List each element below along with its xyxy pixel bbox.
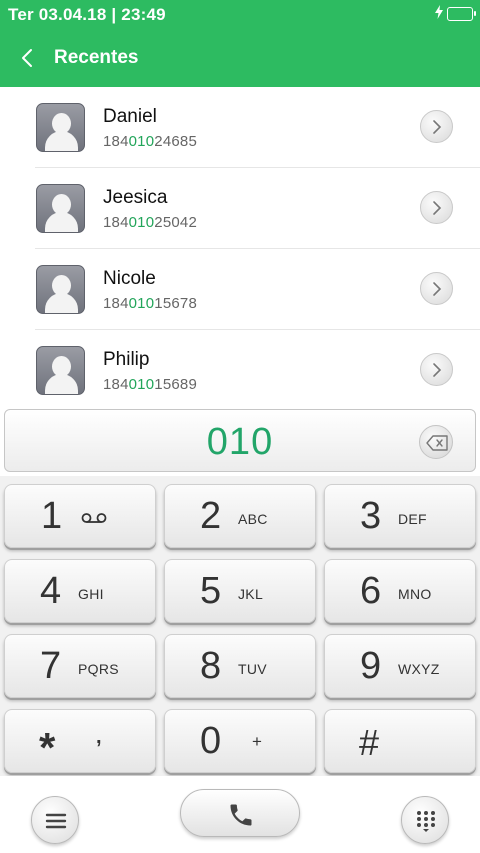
contact-item[interactable]: Jeesica 18401025042	[0, 168, 480, 249]
charging-icon	[435, 5, 443, 22]
contact-details-button[interactable]	[420, 191, 453, 224]
key-hash[interactable]: #	[324, 709, 476, 773]
key-0[interactable]: 0 +	[164, 709, 316, 773]
key-letters: MNO	[398, 586, 432, 602]
contact-number: 18401025042	[103, 214, 197, 231]
key-digit: 9	[360, 645, 382, 687]
key-letters: GHI	[78, 586, 104, 602]
key-digit: 3	[360, 495, 382, 537]
key-digit: 6	[360, 570, 382, 612]
key-digit: 5	[200, 570, 222, 612]
key-6[interactable]: 6 MNO	[324, 559, 476, 623]
dialpad-toggle-button[interactable]	[401, 796, 449, 844]
key-letters: WXYZ	[398, 661, 440, 677]
key-letters: TUV	[238, 661, 267, 677]
avatar-icon	[36, 103, 85, 152]
key-7[interactable]: 7 PQRS	[4, 634, 156, 698]
contact-name: Jeesica	[103, 187, 168, 208]
key-8[interactable]: 8 TUV	[164, 634, 316, 698]
key-letters: +	[252, 732, 263, 751]
contact-number: 18401024685	[103, 133, 197, 150]
key-letters: PQRS	[78, 661, 119, 677]
key-3[interactable]: 3 DEF	[324, 484, 476, 548]
recent-contacts-list: Daniel 18401024685 Jeesica 18401025042 N…	[0, 87, 480, 411]
avatar-icon	[36, 265, 85, 314]
contact-details-button[interactable]	[420, 272, 453, 305]
key-2[interactable]: 2 ABC	[164, 484, 316, 548]
backspace-icon[interactable]	[419, 425, 453, 459]
contact-details-button[interactable]	[420, 110, 453, 143]
contact-item[interactable]: Nicole 18401015678	[0, 249, 480, 330]
status-bar: Ter 03.04.18 | 23:49	[0, 0, 480, 30]
bottom-bar	[0, 776, 480, 853]
key-4[interactable]: 4 GHI	[4, 559, 156, 623]
status-datetime: Ter 03.04.18 | 23:49	[8, 5, 166, 24]
dial-display: 010	[4, 409, 476, 472]
avatar-icon	[36, 184, 85, 233]
contact-name: Philip	[103, 349, 150, 370]
menu-button[interactable]	[31, 796, 79, 844]
key-digit: #	[359, 722, 380, 763]
contact-item[interactable]: Daniel 18401024685	[0, 87, 480, 168]
key-digit: 1	[41, 495, 63, 537]
key-letters: ABC	[238, 511, 268, 527]
key-1[interactable]: 1	[4, 484, 156, 548]
call-button[interactable]	[180, 789, 300, 837]
key-digit: *	[39, 724, 56, 771]
key-5[interactable]: 5 JKL	[164, 559, 316, 623]
contact-item[interactable]: Philip 18401015689	[0, 330, 480, 411]
key-digit: 4	[40, 570, 62, 612]
key-letters: ,	[96, 726, 102, 748]
contact-number: 18401015678	[103, 295, 197, 312]
contact-details-button[interactable]	[420, 353, 453, 386]
key-star[interactable]: * ,	[4, 709, 156, 773]
dialed-number: 010	[206, 421, 274, 463]
app-header: Recentes	[0, 30, 480, 87]
key-digit: 8	[200, 645, 222, 687]
battery-icon	[447, 7, 476, 21]
chevron-left-icon[interactable]	[18, 44, 40, 72]
voicemail-icon	[81, 512, 107, 530]
contact-name: Daniel	[103, 106, 157, 127]
page-title: Recentes	[54, 47, 139, 68]
key-digit: 0	[200, 720, 222, 762]
contact-number: 18401015689	[103, 376, 197, 393]
avatar-icon	[36, 346, 85, 395]
key-letters: DEF	[398, 511, 427, 527]
key-letters: JKL	[238, 586, 264, 602]
key-9[interactable]: 9 WXYZ	[324, 634, 476, 698]
key-digit: 2	[200, 495, 222, 537]
key-digit: 7	[40, 645, 62, 687]
contact-name: Nicole	[103, 268, 156, 289]
keypad: 1 2 ABC 3 DEF 4 GHI 5 JKL 6 MNO 7 PQRS 8…	[0, 476, 480, 776]
